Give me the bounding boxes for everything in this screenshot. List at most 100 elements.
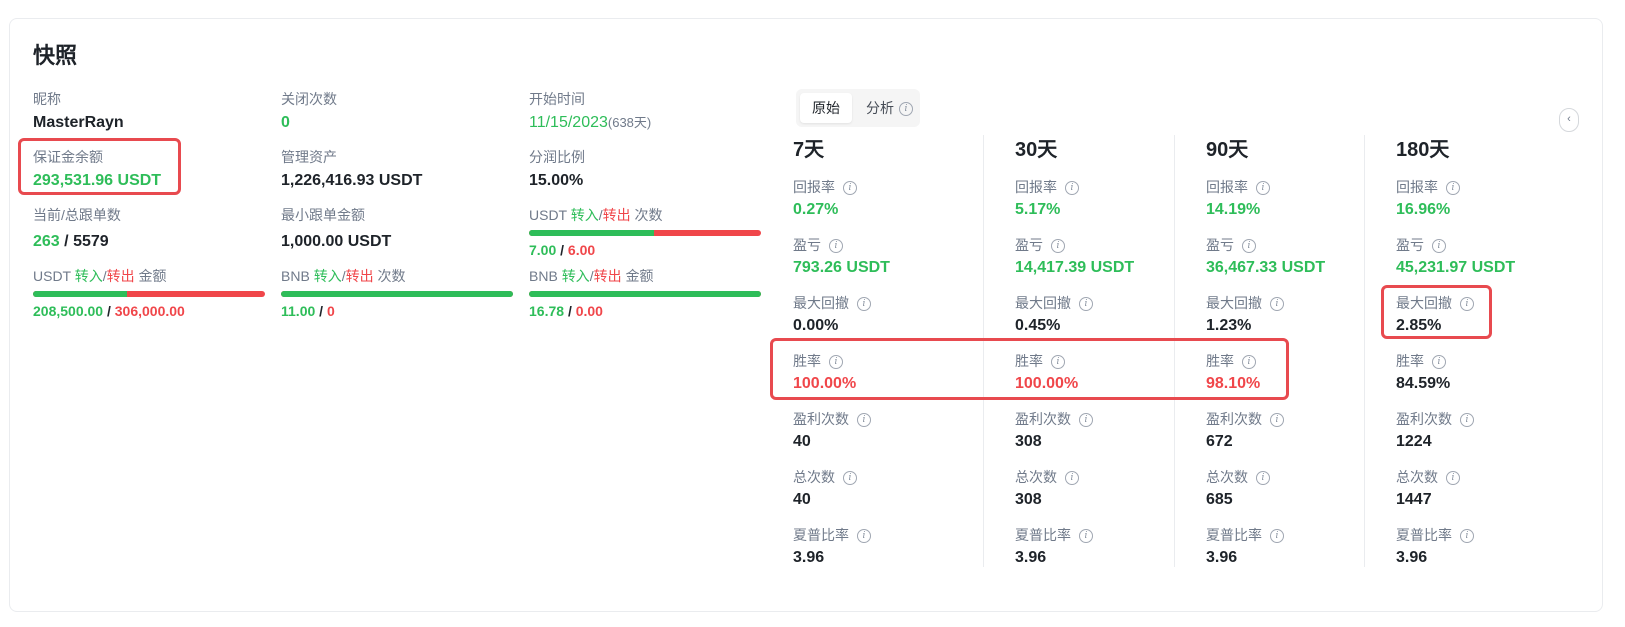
metric-max-drawdown: 最大回撤 i 2.85% — [1396, 293, 1474, 337]
info-icon[interactable]: i — [843, 471, 857, 486]
period-column-7d: 7天 回报率 i 0.27% 盈亏 i 793.26 USDT 最大回撤 i 0.00% 胜率 i 10… — [793, 135, 973, 567]
info-icon[interactable]: i — [1460, 529, 1474, 544]
info-icon[interactable]: i — [857, 413, 871, 428]
bnb-count-out-value: 0 — [326, 303, 335, 319]
chevron-left-icon[interactable]: ‹ — [1559, 108, 1579, 132]
usdt-amount-bar — [33, 291, 265, 297]
info-icon[interactable]: i — [1270, 297, 1284, 312]
info-icon[interactable]: i — [1242, 239, 1256, 254]
metric-label-text: 胜率 — [1015, 353, 1043, 369]
column-divider — [1364, 135, 1365, 567]
info-icon[interactable]: i — [1079, 413, 1093, 428]
metric-label-text: 夏普比率 — [793, 527, 849, 543]
metric-value: 0.27% — [793, 201, 839, 218]
metric-value: 98.10% — [1206, 375, 1261, 392]
metric-total-count: 总次数 i 308 — [1015, 467, 1079, 511]
bnb-amount-values: 16.78 / 0.00 — [529, 301, 761, 321]
metric-sharpe: 夏普比率 i 3.96 — [793, 525, 871, 569]
metric-label-text: 夏普比率 — [1015, 527, 1071, 543]
tab-analysis[interactable]: 分析 i — [854, 93, 925, 123]
info-icon[interactable]: i — [1079, 529, 1093, 544]
metric-value: 100.00% — [793, 375, 857, 392]
metric-roi: 回报率 i 14.19% — [1206, 177, 1270, 221]
bnb-amount-suffix: 金额 — [625, 268, 654, 284]
metric-label: 盈利次数 i — [1015, 409, 1093, 429]
info-icon[interactable]: i — [1256, 471, 1270, 486]
metric-value: 685 — [1206, 491, 1233, 508]
info-icon[interactable]: i — [1460, 297, 1474, 312]
info-icon[interactable]: i — [1432, 239, 1446, 254]
usdt-count-out-value: 6.00 — [567, 242, 596, 258]
metric-label: 总次数 i — [1396, 467, 1460, 487]
usdt-amount-sep: / — [106, 303, 111, 319]
usdt-amount-field: USDT 转入/转出 金额 208,500.00 / 306,000.00 — [33, 266, 265, 321]
metric-value: 308 — [1015, 491, 1042, 508]
metric-label: 最大回撤 i — [1206, 293, 1284, 313]
info-icon[interactable]: i — [829, 355, 843, 370]
period-title: 90天 — [1206, 139, 1249, 161]
tab-raw[interactable]: 原始 — [800, 93, 852, 123]
metric-win-rate: 胜率 i 100.00% — [1015, 351, 1078, 395]
info-icon[interactable]: i — [1051, 355, 1065, 370]
metric-label: 总次数 i — [793, 467, 857, 487]
info-icon[interactable]: i — [1270, 413, 1284, 428]
metric-value: 3.96 — [1396, 549, 1428, 566]
aum-label: 管理资产 — [281, 149, 337, 165]
metric-label-text: 回报率 — [1015, 179, 1057, 195]
margin-balance-label: 保证金余额 — [33, 149, 103, 165]
metric-label: 盈利次数 i — [1396, 409, 1474, 429]
usdt-count-sep: / — [560, 242, 565, 258]
info-icon[interactable]: i — [843, 181, 857, 196]
usdt-count-prefix: USDT — [529, 207, 567, 223]
info-icon[interactable]: i — [1432, 355, 1446, 370]
metric-value: 1447 — [1396, 491, 1432, 508]
info-icon[interactable]: i — [1065, 181, 1079, 196]
info-icon[interactable]: i — [1446, 181, 1460, 196]
info-icon[interactable]: i — [829, 239, 843, 254]
info-icon[interactable]: i — [1460, 413, 1474, 428]
bnb-count-bar — [281, 291, 513, 297]
usdt-count-out-label: 转出 — [602, 207, 631, 223]
metric-label-text: 盈利次数 — [793, 411, 849, 427]
metric-label: 最大回撤 i — [1396, 293, 1474, 313]
info-icon[interactable]: i — [899, 102, 913, 117]
info-icon[interactable]: i — [857, 297, 871, 312]
info-icon[interactable]: i — [1446, 471, 1460, 486]
info-icon[interactable]: i — [1256, 181, 1270, 196]
metric-value: 3.96 — [1015, 549, 1047, 566]
metric-value: 3.96 — [793, 549, 825, 566]
metric-label: 回报率 i — [793, 177, 857, 197]
usdt-amount-out-label: 转出 — [106, 268, 135, 284]
info-icon[interactable]: i — [1079, 297, 1093, 312]
metric-label-text: 回报率 — [1396, 179, 1438, 195]
metric-label: 夏普比率 i — [1206, 525, 1284, 545]
metric-value: 100.00% — [1015, 375, 1079, 392]
info-icon[interactable]: i — [1051, 239, 1065, 254]
metric-label: 总次数 i — [1206, 467, 1270, 487]
profit-share-label: 分润比例 — [529, 149, 585, 165]
period-column-90d: 90天 回报率 i 14.19% 盈亏 i 36,467.33 USDT 最大回撤 i 1.23%… — [1206, 135, 1356, 567]
bnb-amount-field: BNB 转入/转出 金额 16.78 / 0.00 — [529, 266, 761, 321]
usdt-count-label: USDT 转入/转出 次数 — [529, 205, 761, 225]
info-icon[interactable]: i — [1242, 355, 1256, 370]
info-icon[interactable]: i — [1270, 529, 1284, 544]
bnb-amount-sep: / — [567, 303, 572, 319]
info-icon[interactable]: i — [857, 529, 871, 544]
metric-win-rate: 胜率 i 84.59% — [1396, 351, 1450, 395]
info-icon[interactable]: i — [1065, 471, 1079, 486]
copiers-current: 263 — [33, 233, 60, 250]
metric-label: 盈利次数 i — [793, 409, 871, 429]
bnb-amount-label: BNB 转入/转出 金额 — [529, 266, 761, 286]
metric-win-rate: 胜率 i 100.00% — [793, 351, 856, 395]
metric-label: 总次数 i — [1015, 467, 1079, 487]
start-time-label: 开始时间 — [529, 91, 585, 107]
metric-value: 40 — [793, 433, 811, 450]
metric-label: 最大回撤 i — [793, 293, 871, 313]
metric-label: 夏普比率 i — [1396, 525, 1474, 545]
metric-label-text: 最大回撤 — [1206, 295, 1262, 311]
close-count-label: 关闭次数 — [281, 91, 337, 107]
metric-roi: 回报率 i 5.17% — [1015, 177, 1079, 221]
metric-roi: 回报率 i 16.96% — [1396, 177, 1460, 221]
aum-value: 1,226,416.93 USDT — [281, 172, 423, 189]
metric-label-text: 回报率 — [1206, 179, 1248, 195]
